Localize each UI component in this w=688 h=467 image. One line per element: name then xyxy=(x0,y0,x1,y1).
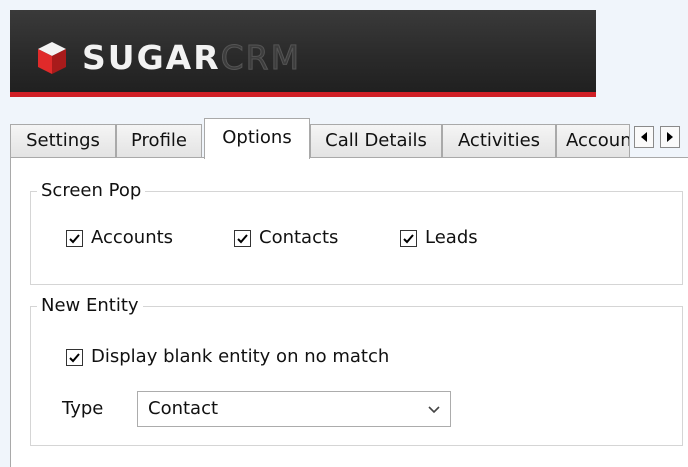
sugarcrm-banner: SUGARCRM xyxy=(10,10,596,96)
screen-pop-group: Screen Pop Accounts Contacts Leads xyxy=(30,179,683,285)
checkmark-icon xyxy=(403,233,414,243)
logo-cube-icon xyxy=(38,42,66,74)
new-entity-title: New Entity xyxy=(37,294,143,318)
contacts-checkbox[interactable] xyxy=(234,229,251,247)
leads-label: Leads xyxy=(425,227,478,248)
contacts-option[interactable]: Contacts xyxy=(234,226,338,250)
sugarcrm-logo: SUGARCRM xyxy=(36,38,301,78)
tab-profile[interactable]: Profile xyxy=(116,124,202,157)
type-select[interactable]: Contact xyxy=(137,391,451,427)
checkmark-icon xyxy=(69,352,80,362)
type-label: Type xyxy=(62,398,104,419)
display-blank-label: Display blank entity on no match xyxy=(91,346,390,367)
triangle-right-icon xyxy=(667,132,673,142)
leads-option[interactable]: Leads xyxy=(400,226,478,250)
accounts-label: Accounts xyxy=(91,227,174,248)
tab-strip: Settings Profile Options Call Details Ac… xyxy=(10,118,688,159)
tab-call-details[interactable]: Call Details xyxy=(310,124,442,157)
display-blank-checkbox[interactable] xyxy=(66,348,83,366)
screen-pop-title: Screen Pop xyxy=(37,179,146,203)
banner-red-stripe xyxy=(10,92,596,97)
leads-checkbox[interactable] xyxy=(400,229,417,247)
contacts-label: Contacts xyxy=(259,227,339,248)
accounts-checkbox[interactable] xyxy=(66,229,83,247)
new-entity-group: New Entity Display blank entity on no ma… xyxy=(30,294,683,446)
tab-settings[interactable]: Settings xyxy=(10,124,116,157)
checkmark-icon xyxy=(237,233,248,243)
tab-accounts[interactable]: Accounts xyxy=(556,124,630,157)
tab-scroll-left-button[interactable] xyxy=(634,126,654,148)
logo-text-crm: CRM xyxy=(220,38,302,78)
checkmark-icon xyxy=(69,233,80,243)
tab-scroll-right-button[interactable] xyxy=(660,126,680,148)
type-select-value: Contact xyxy=(148,398,219,419)
triangle-left-icon xyxy=(641,132,647,142)
chevron-down-icon xyxy=(428,406,440,414)
accounts-option[interactable]: Accounts xyxy=(66,226,173,250)
logo-text-sugar: SUGAR xyxy=(82,38,221,77)
tab-activities[interactable]: Activities xyxy=(442,124,556,157)
display-blank-option[interactable]: Display blank entity on no match xyxy=(66,345,389,369)
tab-options[interactable]: Options xyxy=(204,118,310,159)
options-panel: Screen Pop Accounts Contacts Leads New E… xyxy=(10,157,688,467)
